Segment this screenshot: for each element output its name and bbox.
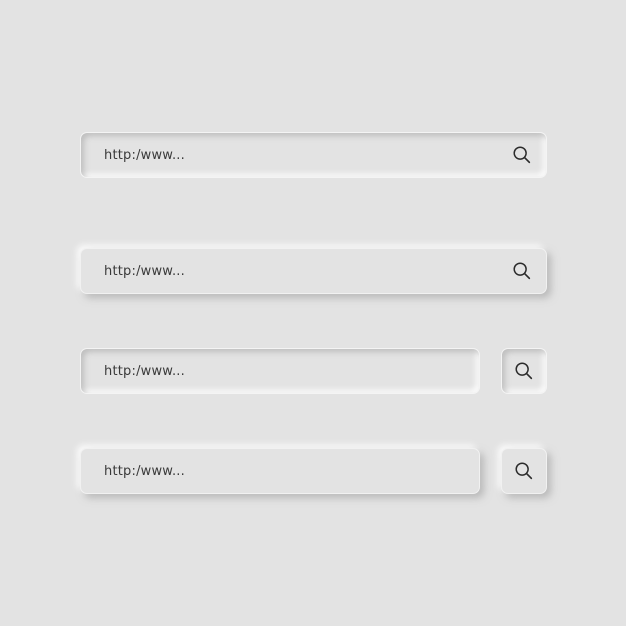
search-bar-showcase: http:/www... http:/www... http:/www... h… [0, 0, 626, 626]
url-placeholder: http:/www... [104, 263, 185, 279]
url-placeholder: http:/www... [104, 363, 185, 379]
search-button[interactable] [501, 348, 547, 394]
search-icon[interactable] [510, 259, 534, 283]
url-bar-4[interactable]: http:/www... [80, 448, 480, 494]
url-bar-3[interactable]: http:/www... [80, 348, 480, 394]
url-bar-2[interactable]: http:/www... [80, 248, 547, 294]
search-icon[interactable] [510, 143, 534, 167]
search-button[interactable] [501, 448, 547, 494]
search-icon [515, 362, 533, 380]
url-placeholder: http:/www... [104, 147, 185, 163]
search-icon [515, 462, 533, 480]
url-placeholder: http:/www... [104, 463, 185, 479]
url-bar-1[interactable]: http:/www... [80, 132, 547, 178]
